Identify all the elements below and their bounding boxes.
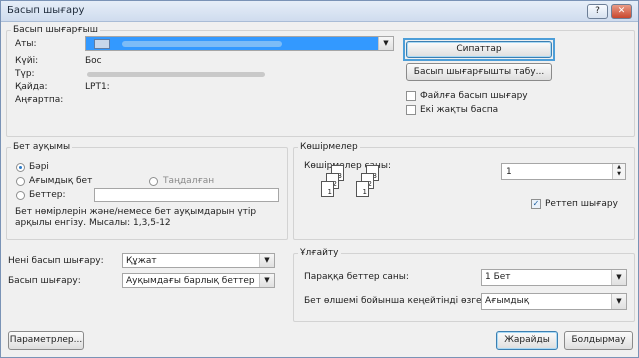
- printer-icon: [94, 39, 110, 49]
- status-label: Күйі:: [15, 56, 39, 66]
- pages-radio[interactable]: [16, 191, 25, 200]
- printer-name-select[interactable]: ▼: [85, 36, 394, 51]
- cancel-button[interactable]: Болдырмау: [564, 331, 633, 350]
- print-to-file-label: Файлға басып шығару: [420, 91, 528, 101]
- copies-count-value: 1: [506, 167, 512, 177]
- type-label: Түр:: [15, 69, 35, 79]
- chevron-down-icon[interactable]: ▼: [259, 254, 274, 267]
- collate-checkbox[interactable]: ✓: [531, 199, 541, 209]
- pages-per-sheet-value: 1 Бет: [485, 272, 511, 282]
- where-label: Қайда:: [15, 82, 48, 92]
- print-dialog: Басып шығару ? ✕ Басып шығарғыш Аты: ▼ К…: [0, 0, 639, 358]
- pages-input[interactable]: [94, 188, 279, 202]
- close-button[interactable]: ✕: [611, 4, 632, 19]
- scale-label: Бет өлшемі бойынша кеңейтінді өзгерту:: [304, 296, 501, 306]
- pages-per-sheet-select[interactable]: 1 Бет ▼: [481, 269, 627, 286]
- comment-label: Аңғартпа:: [15, 95, 64, 105]
- pages-per-sheet-label: Параққа беттер саны:: [304, 272, 409, 282]
- print-value: Ауқымдағы барлық беттер: [126, 276, 255, 286]
- scale-value: Ағымдық: [485, 296, 530, 306]
- title-bar: Басып шығару ? ✕: [1, 1, 638, 22]
- status-value: Бос: [85, 56, 102, 66]
- help-button[interactable]: ?: [587, 4, 608, 19]
- page-range-group-label: Бет ауқымы: [13, 142, 71, 152]
- collate-label: Реттеп шығару: [545, 199, 618, 209]
- printer-type-blurred: [87, 72, 265, 77]
- page-icon: 1: [356, 181, 369, 197]
- printer-group-label: Басып шығарғыш: [13, 25, 99, 35]
- copies-group-label: Көшірмелер: [300, 142, 358, 152]
- current-page-radio[interactable]: [16, 177, 25, 186]
- print-label: Басып шығару:: [8, 276, 81, 286]
- zoom-group-label: Ұлғайту: [300, 248, 339, 258]
- where-value: LPT1:: [85, 82, 110, 92]
- window-title: Басып шығару: [7, 5, 85, 16]
- find-printer-button[interactable]: Басып шығарғышты табу...: [406, 63, 552, 81]
- selection-label: Таңдалған: [163, 176, 215, 186]
- print-select[interactable]: Ауқымдағы барлық беттер ▼: [122, 273, 275, 288]
- duplex-label: Екі жақты баспа: [420, 105, 499, 115]
- chevron-down-icon[interactable]: ▼: [611, 270, 626, 285]
- scale-select[interactable]: Ағымдық ▼: [481, 293, 627, 310]
- duplex-checkbox[interactable]: [406, 105, 416, 115]
- spin-arrows-icon[interactable]: ▲ ▼: [612, 164, 625, 179]
- selection-radio[interactable]: [149, 177, 158, 186]
- printer-name-blurred: [122, 41, 282, 47]
- properties-button[interactable]: Сипаттар: [406, 41, 552, 58]
- chevron-down-icon[interactable]: ▼: [378, 37, 393, 50]
- print-what-value: Құжат: [126, 256, 157, 266]
- current-page-label: Ағымдық бет: [29, 176, 93, 186]
- page-icon: 1: [321, 181, 334, 197]
- page-range-hint: Бет нөмірлерін және/немесе бет ауқымдары…: [15, 207, 257, 228]
- options-button[interactable]: Параметрлер...: [8, 331, 84, 350]
- all-pages-radio[interactable]: [16, 163, 25, 172]
- all-pages-label: Бәрі: [29, 162, 49, 172]
- print-what-label: Нені басып шығару:: [8, 256, 104, 266]
- chevron-down-icon[interactable]: ▼: [259, 274, 274, 287]
- printer-name-selected: [86, 37, 378, 50]
- print-to-file-checkbox[interactable]: [406, 91, 416, 101]
- ok-button[interactable]: Жарайды: [496, 331, 558, 350]
- copies-group: Көшірмелер: [293, 142, 635, 240]
- copies-count-spinner[interactable]: 1 ▲ ▼: [501, 163, 626, 180]
- printer-name-label: Аты:: [15, 39, 37, 49]
- chevron-down-icon[interactable]: ▼: [611, 294, 626, 309]
- pages-label: Беттер:: [29, 190, 66, 200]
- print-what-select[interactable]: Құжат ▼: [122, 253, 275, 268]
